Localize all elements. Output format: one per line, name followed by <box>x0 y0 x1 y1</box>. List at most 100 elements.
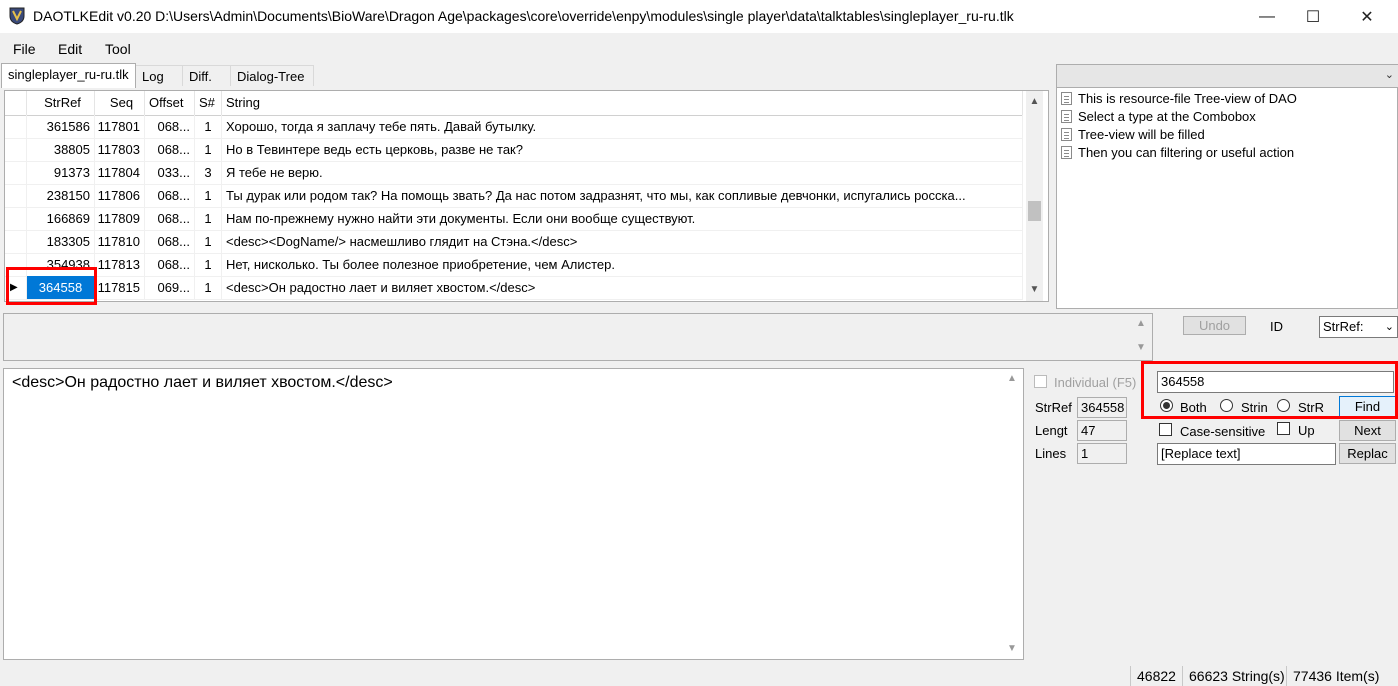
cell-seq[interactable]: 117801 <box>95 115 145 138</box>
cell-offset[interactable]: 069... <box>145 276 195 299</box>
column-strref[interactable]: StrRef <box>27 91 95 115</box>
cell-seq[interactable]: 117810 <box>95 230 145 253</box>
cell-string[interactable]: Ты дурак или родом так? На помощь звать?… <box>222 184 1023 207</box>
cell-s[interactable]: 3 <box>195 161 222 184</box>
cell-s[interactable]: 1 <box>195 115 222 138</box>
table-row[interactable]: 361586 117801 068... 1 Хорошо, тогда я запла… <box>5 115 1023 139</box>
cell-s[interactable]: 1 <box>195 276 222 299</box>
cell-seq[interactable]: 117806 <box>95 184 145 207</box>
table-row[interactable]: ▶ 364558 117815 069... 1 <desc>Он радостно ла… <box>5 276 1023 300</box>
editor-text[interactable]: <desc>Он радостно лает и виляет хвостом.… <box>12 374 393 392</box>
column-seq[interactable]: Seq <box>95 91 145 115</box>
id-type-select[interactable]: StrRef: ⌄ <box>1319 316 1398 338</box>
document-icon <box>1061 92 1072 105</box>
cell-strref[interactable]: 91373 <box>27 161 95 184</box>
table-row[interactable]: 238150 117806 068... 1 Ты дурак или родом та… <box>5 184 1023 208</box>
cell-offset[interactable]: 068... <box>145 138 195 161</box>
scroll-up-icon[interactable]: ▲ <box>1026 93 1043 110</box>
cell-s[interactable]: 1 <box>195 253 222 276</box>
cell-string[interactable]: Хорошо, тогда я заплачу тебе пять. Давай… <box>222 115 1023 138</box>
cell-offset[interactable]: 068... <box>145 230 195 253</box>
table-row[interactable]: 183305 117810 068... 1 <desc><DogName/> насм… <box>5 230 1023 254</box>
cell-offset[interactable]: 068... <box>145 207 195 230</box>
column-string[interactable]: String <box>222 91 1023 115</box>
row-header[interactable] <box>5 115 27 138</box>
cell-string[interactable]: <desc><DogName/> насмешливо глядит на Ст… <box>222 230 1023 253</box>
cell-string[interactable]: Нам по-прежнему нужно найти эти документ… <box>222 207 1023 230</box>
strref-value: 364558 <box>1077 397 1127 418</box>
tree-item[interactable]: Then you can filtering or useful action <box>1061 145 1294 160</box>
row-header[interactable] <box>5 184 27 207</box>
tree-type-combobox[interactable]: ⌄ <box>1057 65 1398 88</box>
scroll-down-icon[interactable]: ▼ <box>1026 281 1043 298</box>
menu-edit[interactable]: Edit <box>58 41 82 57</box>
editor-scroll-up-icon[interactable]: ▲ <box>1007 373 1017 384</box>
maximize-button[interactable]: ☐ <box>1290 0 1336 33</box>
column-offset[interactable]: Offset <box>145 91 195 115</box>
tree-item[interactable]: This is resource-file Tree-view of DAO <box>1061 91 1297 106</box>
tab-log[interactable]: Log <box>135 65 183 86</box>
column-snum[interactable]: S# <box>195 91 222 115</box>
string-editor[interactable] <box>3 368 1024 660</box>
cell-offset[interactable]: 068... <box>145 115 195 138</box>
cell-s[interactable]: 1 <box>195 184 222 207</box>
table-row[interactable]: 91373 117804 033... 3 Я тебе не верю. <box>5 161 1023 185</box>
cell-string[interactable]: Но в Тевинтере ведь есть церковь, разве … <box>222 138 1023 161</box>
tab-diff[interactable]: Diff. <box>182 65 231 86</box>
row-header[interactable] <box>5 230 27 253</box>
cell-strref[interactable]: 38805 <box>27 138 95 161</box>
info-scroll-up-icon[interactable]: ▲ <box>1136 318 1146 329</box>
cell-seq[interactable]: 117813 <box>95 253 145 276</box>
replace-input[interactable]: [Replace text] <box>1157 443 1336 465</box>
cell-string[interactable]: Нет, нисколько. Ты более полезное приобр… <box>222 253 1023 276</box>
tree-item[interactable]: Select a type at the Combobox <box>1061 109 1256 124</box>
cell-strref[interactable]: 238150 <box>27 184 95 207</box>
cell-string[interactable]: Я тебе не верю. <box>222 161 1023 184</box>
search-highlight <box>1141 361 1398 419</box>
strings-grid[interactable]: StrRef Seq Offset S# String 361586 117801… <box>4 90 1049 302</box>
case-sensitive-checkbox[interactable] <box>1159 423 1172 436</box>
tab-tlk-file[interactable]: singleplayer_ru-ru.tlk <box>1 63 136 88</box>
row-header-corner <box>5 91 27 115</box>
individual-checkbox[interactable] <box>1034 375 1047 388</box>
cell-offset[interactable]: 068... <box>145 253 195 276</box>
cell-seq[interactable]: 117804 <box>95 161 145 184</box>
table-row[interactable]: 166869 117809 068... 1 Нам по-прежнему нужно… <box>5 207 1023 231</box>
cell-s[interactable]: 1 <box>195 207 222 230</box>
row-header[interactable] <box>5 161 27 184</box>
minimize-button[interactable]: — <box>1244 0 1290 33</box>
cell-s[interactable]: 1 <box>195 138 222 161</box>
cell-seq[interactable]: 117815 <box>95 276 145 299</box>
status-strings: 66623 String(s) <box>1182 666 1285 686</box>
menu-file[interactable]: File <box>13 41 36 57</box>
next-button[interactable]: Next <box>1339 420 1396 441</box>
cell-strref[interactable]: 183305 <box>27 230 95 253</box>
window-title: DAOTLKEdit v0.20 D:\Users\Admin\Document… <box>33 8 1014 24</box>
cell-string[interactable]: <desc>Он радостно лает и виляет хвостом.… <box>222 276 1023 299</box>
undo-button[interactable]: Undo <box>1183 316 1246 335</box>
app-icon <box>9 7 25 25</box>
cell-offset[interactable]: 068... <box>145 184 195 207</box>
row-header[interactable] <box>5 207 27 230</box>
editor-scroll-down-icon[interactable]: ▼ <box>1007 643 1017 654</box>
tree-item[interactable]: Tree-view will be filled <box>1061 127 1205 142</box>
cell-strref[interactable]: 166869 <box>27 207 95 230</box>
info-scroll-down-icon[interactable]: ▼ <box>1136 342 1146 353</box>
table-row[interactable]: 38805 117803 068... 1 Но в Тевинтере ведь ес… <box>5 138 1023 162</box>
menu-tool[interactable]: Tool <box>105 41 131 57</box>
cell-s[interactable]: 1 <box>195 230 222 253</box>
grid-scrollbar[interactable]: ▲ ▼ <box>1026 91 1043 301</box>
cell-seq[interactable]: 117809 <box>95 207 145 230</box>
replace-button[interactable]: Replac <box>1339 443 1396 464</box>
tab-dialog-tree[interactable]: Dialog-Tree <box>230 65 314 86</box>
chevron-down-icon: ⌄ <box>1384 321 1394 333</box>
cell-seq[interactable]: 117803 <box>95 138 145 161</box>
cell-offset[interactable]: 033... <box>145 161 195 184</box>
row-header[interactable] <box>5 138 27 161</box>
scroll-thumb[interactable] <box>1028 201 1041 221</box>
tree-item-label: Tree-view will be filled <box>1078 127 1205 142</box>
cell-strref[interactable]: 361586 <box>27 115 95 138</box>
up-checkbox[interactable] <box>1277 422 1290 435</box>
table-row[interactable]: 354938 117813 068... 1 Нет, нисколько. Ты бо… <box>5 253 1023 277</box>
close-button[interactable]: ✕ <box>1344 0 1390 33</box>
